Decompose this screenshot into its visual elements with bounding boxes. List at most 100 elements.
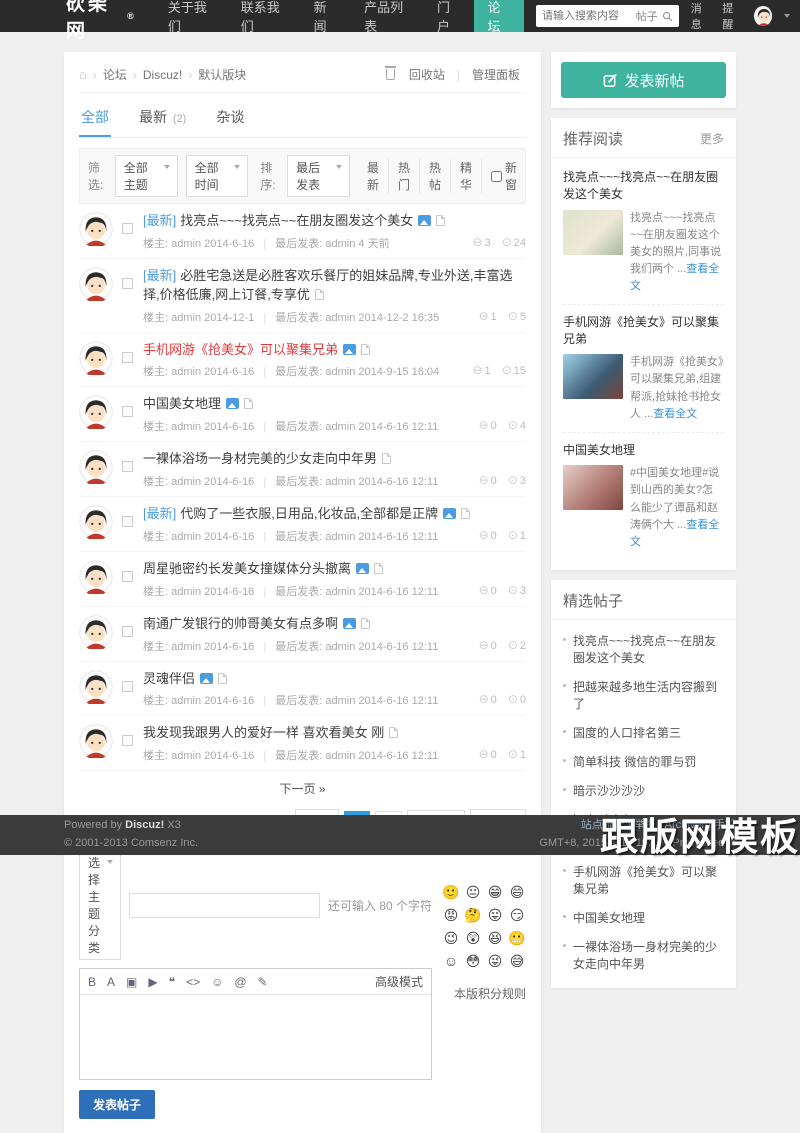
thread-author-avatar[interactable]: [79, 724, 113, 758]
thread-title-link[interactable]: 中国美女地理: [143, 396, 221, 411]
toolbar-icon[interactable]: A: [107, 975, 115, 989]
thread-tab[interactable]: 杂谈: [214, 101, 246, 137]
smiley-icon[interactable]: 🙂: [442, 884, 460, 900]
thread-author-avatar[interactable]: [79, 212, 113, 246]
thread-author-avatar[interactable]: [79, 267, 113, 301]
nav-menu-item[interactable]: 产品列表: [350, 0, 423, 32]
nav-menu-item[interactable]: 联系我们: [227, 0, 300, 32]
thread-select-checkbox[interactable]: [122, 223, 133, 234]
smiley-icon[interactable]: 😐: [464, 884, 482, 900]
new-window-checkbox[interactable]: [491, 171, 502, 182]
thread-author-avatar[interactable]: [79, 341, 113, 375]
toolbar-icon[interactable]: <>: [186, 975, 200, 989]
time-filter-select[interactable]: 全部时间: [186, 155, 249, 197]
smiley-icon[interactable]: 😜: [486, 953, 504, 969]
toolbar-icon[interactable]: ✎: [258, 975, 268, 989]
recommend-item-title[interactable]: 中国美女地理: [563, 443, 635, 457]
recommend-thumbnail[interactable]: [563, 210, 623, 255]
smiley-icon[interactable]: 😛: [486, 907, 504, 923]
thread-title-link[interactable]: 找亮点~~~找亮点~~在朋友圈发这个美女: [180, 213, 413, 228]
thread-author-avatar[interactable]: [79, 395, 113, 429]
featured-item-link[interactable]: 手机网游《抢美女》可以聚集兄弟: [573, 865, 717, 896]
search-icon[interactable]: [662, 11, 673, 22]
nav-menu-item[interactable]: 关于我们: [154, 0, 227, 32]
featured-item-link[interactable]: 找亮点~~~找亮点~~在朋友圈发这个美女: [573, 634, 716, 665]
thread-select-checkbox[interactable]: [122, 406, 133, 417]
subject-input[interactable]: [129, 893, 320, 918]
smiley-icon[interactable]: ☺: [442, 953, 460, 969]
nav-menu-item[interactable]: 论坛: [474, 0, 524, 32]
thread-tab[interactable]: 最新 (2): [137, 101, 188, 137]
read-full-link[interactable]: 查看全文: [653, 408, 697, 420]
recommend-thumbnail[interactable]: [563, 354, 623, 399]
attachment-icon[interactable]: [361, 618, 370, 629]
recycle-bin-link[interactable]: 回收站: [409, 66, 445, 83]
breadcrumb-forum[interactable]: 论坛: [103, 66, 127, 83]
next-page-link[interactable]: 下一页 »: [280, 782, 326, 796]
attachment-icon[interactable]: [382, 453, 391, 464]
thread-author-avatar[interactable]: [79, 670, 113, 704]
thread-title-link[interactable]: 必胜宅急送是必胜客欢乐餐厅的姐妹品牌,专业外送,丰富选择,价格低廉,网上订餐,专…: [143, 268, 512, 302]
attachment-icon[interactable]: [244, 398, 253, 409]
smiley-icon[interactable]: 😲: [464, 930, 482, 946]
featured-item-link[interactable]: 把越来越多地生活内容搬到了: [573, 680, 717, 711]
attachment-icon[interactable]: [218, 673, 227, 684]
topic-category-select[interactable]: 选择主题分类: [79, 850, 121, 960]
breadcrumb-discuz[interactable]: Discuz!: [143, 68, 182, 82]
discuz-brand[interactable]: Discuz!: [125, 819, 164, 831]
toolbar-icon[interactable]: ▣: [126, 975, 137, 989]
thread-title-link[interactable]: 手机网游《抢美女》可以聚集兄弟: [143, 342, 338, 357]
featured-item-link[interactable]: 中国美女地理: [573, 911, 645, 925]
breadcrumb-board[interactable]: 默认版块: [198, 66, 246, 83]
topic-filter-select[interactable]: 全部主题: [115, 155, 178, 197]
search-type-select[interactable]: 帖子: [636, 8, 658, 24]
smiley-icon[interactable]: 😆: [486, 930, 504, 946]
thread-title-link[interactable]: 代购了一些衣服,日用品,化妆品,全部都是正牌: [180, 506, 438, 521]
featured-item-link[interactable]: 国度的人口排名第三: [573, 726, 681, 740]
attachment-icon[interactable]: [461, 508, 470, 519]
thread-author-avatar[interactable]: [79, 615, 113, 649]
thread-select-checkbox[interactable]: [122, 461, 133, 472]
messages-link[interactable]: 消息: [691, 0, 711, 32]
thread-select-checkbox[interactable]: [122, 735, 133, 746]
post-thread-button[interactable]: 发表帖子: [79, 1090, 155, 1119]
attachment-icon[interactable]: [436, 215, 445, 226]
smiley-icon[interactable]: 😄: [508, 884, 526, 900]
attachment-icon[interactable]: [361, 344, 370, 355]
toolbar-icon[interactable]: ▶: [148, 975, 157, 989]
thread-title-link[interactable]: 周星驰密约长发美女撞媒体分头撤离: [143, 561, 351, 576]
thread-author-avatar[interactable]: [79, 450, 113, 484]
recommend-more-link[interactable]: 更多: [700, 130, 724, 147]
user-menu-caret-icon[interactable]: [784, 14, 790, 18]
thread-select-checkbox[interactable]: [122, 571, 133, 582]
quick-filter-link[interactable]: 热帖: [420, 159, 451, 193]
smiley-icon[interactable]: 😳: [464, 953, 482, 969]
attachment-icon[interactable]: [374, 563, 383, 574]
thread-author-avatar[interactable]: [79, 505, 113, 539]
sort-select[interactable]: 最后发表: [287, 155, 350, 197]
home-icon[interactable]: ⌂: [79, 67, 87, 82]
user-avatar[interactable]: [754, 6, 772, 26]
featured-item-link[interactable]: 简单科技 微信的罪与罚: [573, 755, 696, 769]
featured-item-link[interactable]: 一裸体浴场一身材完美的少女走向中年男: [573, 940, 717, 971]
admin-panel-link[interactable]: 管理面板: [472, 66, 520, 83]
smiley-icon[interactable]: 😉: [442, 930, 460, 946]
attachment-icon[interactable]: [389, 727, 398, 738]
search-input[interactable]: [542, 10, 632, 22]
advanced-mode-link[interactable]: 高级模式: [375, 973, 423, 990]
site-logo[interactable]: 砍柴网®: [0, 0, 154, 32]
smiley-icon[interactable]: 😏: [508, 907, 526, 923]
thread-title-link[interactable]: 灵魂伴侣: [143, 671, 195, 686]
smiley-icon[interactable]: 😡: [442, 907, 460, 923]
toolbar-icon[interactable]: B: [88, 975, 96, 989]
toolbar-icon[interactable]: ☺: [211, 975, 223, 989]
recommend-item-title[interactable]: 找亮点~~~找亮点~~在朋友圈发这个美女: [563, 170, 718, 201]
thread-select-checkbox[interactable]: [122, 516, 133, 527]
thread-select-checkbox[interactable]: [122, 278, 133, 289]
toolbar-icon[interactable]: @: [234, 975, 246, 989]
toolbar-icon[interactable]: ❝: [169, 975, 175, 989]
thread-select-checkbox[interactable]: [122, 352, 133, 363]
smiley-icon[interactable]: 😅: [508, 953, 526, 969]
message-textarea[interactable]: [80, 995, 431, 1079]
thread-select-checkbox[interactable]: [122, 626, 133, 637]
